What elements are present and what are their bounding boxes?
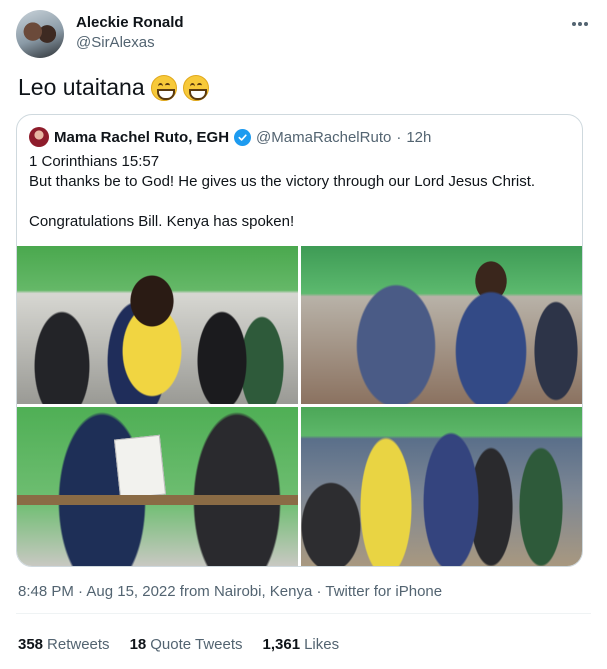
- retweets-count: 358: [18, 636, 44, 653]
- quoted-time[interactable]: 12h: [406, 129, 431, 146]
- railing-image: [17, 495, 298, 505]
- tweet-stats: 358 Retweets 18 Quote Tweets 1,361 Likes: [18, 636, 339, 653]
- author-avatar[interactable]: [16, 10, 64, 58]
- likes-label: Likes: [304, 636, 340, 653]
- grinning-face-emoji-icon: [150, 74, 177, 101]
- photo-3[interactable]: [17, 407, 298, 566]
- tweet-header: Aleckie Ronald @SirAlexas: [16, 10, 591, 60]
- photo-2[interactable]: [301, 246, 582, 404]
- certificate-image: [113, 434, 167, 500]
- quoted-tweet-header: Mama Rachel Ruto, EGH @MamaRachelRuto · …: [29, 127, 431, 147]
- more-options-icon[interactable]: [569, 16, 591, 32]
- quoted-line: Congratulations Bill. Kenya has spoken!: [29, 213, 295, 230]
- quote-tweets-stat[interactable]: 18 Quote Tweets: [130, 636, 243, 653]
- quoted-line: 1 Corinthians 15:57: [29, 153, 160, 170]
- grinning-face-emoji-icon: [182, 74, 209, 101]
- photo-4[interactable]: [301, 407, 582, 566]
- tweet-text-content: Leo utaitana: [18, 74, 145, 100]
- tweet-text: Leo utaitana: [18, 74, 209, 101]
- quoted-photo-grid: [17, 246, 582, 566]
- author-names: Aleckie Ronald @SirAlexas: [76, 14, 184, 51]
- quoted-author-avatar[interactable]: [29, 127, 49, 147]
- likes-stat[interactable]: 1,361 Likes: [263, 636, 340, 653]
- meta-separator: ·: [396, 128, 402, 146]
- author-handle[interactable]: @SirAlexas: [76, 34, 184, 51]
- author-display-name[interactable]: Aleckie Ronald: [76, 14, 184, 31]
- tweet-timestamp[interactable]: 8:48 PM · Aug 15, 2022 from Nairobi, Ken…: [18, 583, 442, 600]
- retweets-stat[interactable]: 358 Retweets: [18, 636, 110, 653]
- quoted-tweet-body: 1 Corinthians 15:57 But thanks be to God…: [29, 152, 569, 232]
- quoted-tweet[interactable]: Mama Rachel Ruto, EGH @MamaRachelRuto · …: [16, 114, 583, 567]
- quote-tweets-label: Quote Tweets: [150, 636, 243, 653]
- quoted-author-name[interactable]: Mama Rachel Ruto, EGH: [54, 129, 229, 146]
- verified-badge-icon: [234, 128, 252, 146]
- retweets-label: Retweets: [47, 636, 110, 653]
- photo-1[interactable]: [17, 246, 298, 404]
- divider: [16, 613, 591, 614]
- quoted-author-handle[interactable]: @MamaRachelRuto: [256, 129, 391, 146]
- likes-count: 1,361: [262, 636, 301, 653]
- quoted-line: But thanks be to God! He gives us the vi…: [29, 173, 536, 190]
- quote-tweets-count: 18: [129, 636, 147, 653]
